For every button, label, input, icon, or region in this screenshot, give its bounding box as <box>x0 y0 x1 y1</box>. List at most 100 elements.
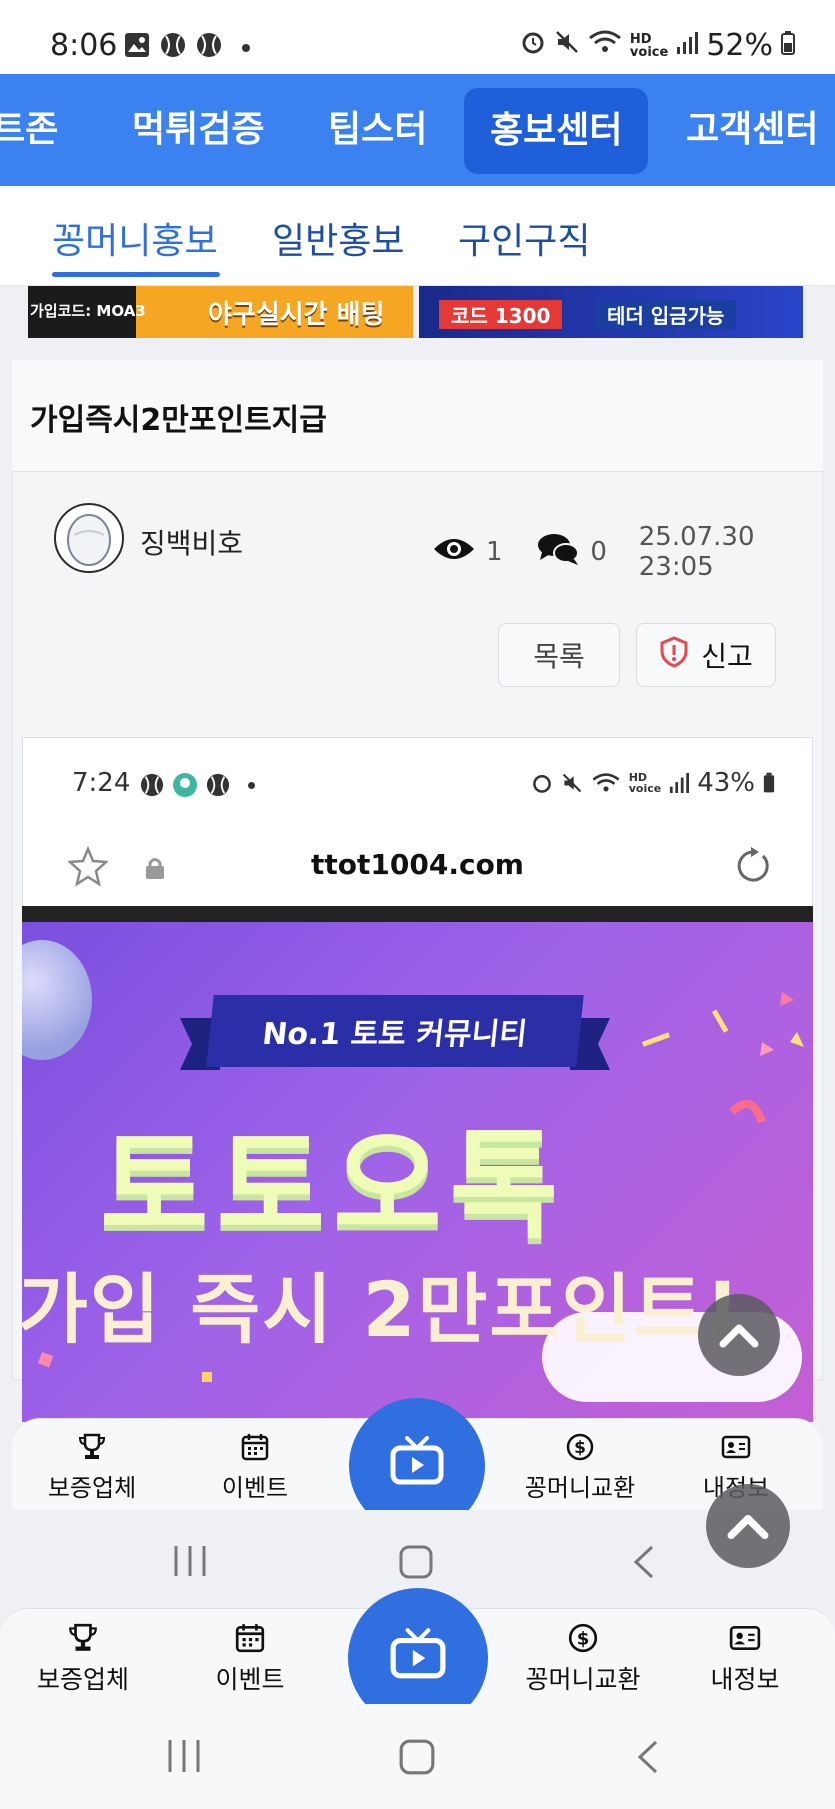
embedded-url-bar: ttot1004.com <box>22 822 813 906</box>
promo-ribbon: No.1 토토 커뮤니티 <box>206 995 584 1067</box>
post-meta: 1 0 25.07.30 23:05 <box>432 522 835 582</box>
home-icon[interactable] <box>398 1544 434 1584</box>
battery-percent: 52% <box>706 28 773 63</box>
baseball-icon <box>206 773 230 797</box>
post-title: 가입즉시2만포인트지급 <box>30 403 327 438</box>
alarm-icon <box>520 28 546 63</box>
dollar-icon: $ <box>568 1623 598 1653</box>
author-name[interactable]: 징백비호 <box>140 522 243 562</box>
avatar[interactable] <box>54 503 124 573</box>
signal-icon <box>670 773 690 793</box>
nav-event-label: 이벤트 <box>215 1665 285 1694</box>
hd-voice-icon: HD voice <box>628 771 662 795</box>
banner-right-text: 테더 입금가능 <box>595 300 737 329</box>
inner-nav-event-label: 이벤트 <box>221 1474 289 1502</box>
notification-dot-icon <box>242 44 250 52</box>
top-nav: 트존 먹튀검증 팁스터 홍보센터 고객센터 <box>0 74 835 186</box>
mute-icon <box>562 773 581 793</box>
tab-general-promo[interactable]: 일반홍보 <box>272 212 404 264</box>
banner-left-code: 가입코드: MOA3 <box>30 302 146 320</box>
inner-nav-event[interactable]: 이벤트 <box>195 1432 315 1503</box>
scroll-top-button-embedded[interactable] <box>698 1294 780 1376</box>
scroll-top-button[interactable] <box>706 1484 790 1568</box>
banner-left[interactable]: 가입코드: MOA3 야구실시간 배팅 <box>28 286 413 338</box>
baseball-icon <box>140 773 164 797</box>
home-icon[interactable] <box>398 1738 436 1780</box>
embedded-status-icons <box>140 772 255 798</box>
comment-count: 0 <box>590 537 607 567</box>
signal-icon <box>676 28 699 63</box>
back-icon[interactable] <box>630 1544 658 1584</box>
shield-alert-icon <box>659 635 689 675</box>
mute-icon <box>554 28 580 63</box>
banner-left-text: 야구실시간 배팅 <box>208 300 385 330</box>
svg-text:$: $ <box>574 1438 586 1458</box>
embedded-battery-percent: 43% <box>697 768 755 798</box>
calendar-icon <box>235 1624 265 1653</box>
chevron-up-icon <box>727 1514 769 1540</box>
nav-event[interactable]: 이벤트 <box>185 1622 315 1696</box>
star-icon <box>66 845 110 893</box>
tv-play-icon <box>390 1436 444 1485</box>
gallery-icon <box>124 32 150 58</box>
inner-nav-guarantee[interactable]: 보증업체 <box>32 1432 152 1503</box>
baseball-icon <box>196 32 222 58</box>
recent-apps-icon[interactable] <box>164 1738 204 1778</box>
wifi-icon <box>588 28 622 63</box>
inner-nav-exchange[interactable]: $ 꽁머니교환 <box>520 1432 640 1503</box>
embedded-divider <box>22 906 813 922</box>
wifi-icon <box>592 773 620 792</box>
hd-voice-icon: HD voice <box>629 31 669 60</box>
top-nav-item-support[interactable]: 고객센터 <box>686 74 818 186</box>
top-nav-item-promotion[interactable]: 홍보센터 <box>464 88 649 174</box>
battery-icon <box>763 772 775 793</box>
report-button-label: 신고 <box>701 640 753 673</box>
nav-myinfo-label: 내정보 <box>710 1665 780 1694</box>
view-count: 1 <box>486 537 503 567</box>
list-button[interactable]: 목록 <box>498 623 620 687</box>
trophy-icon <box>69 1623 97 1651</box>
post-datetime: 25.07.30 23:05 <box>638 522 755 582</box>
inner-nav-guarantee-label: 보증업체 <box>47 1474 137 1502</box>
nav-exchange[interactable]: $ 꽁머니교환 <box>518 1622 648 1696</box>
alarm-icon <box>532 774 551 793</box>
report-button[interactable]: 신고 <box>636 623 776 687</box>
top-nav-item-event-zone[interactable]: 트존 <box>0 74 58 186</box>
nav-guarantee-label: 보증업체 <box>36 1665 129 1694</box>
top-nav-item-tipster[interactable]: 팁스터 <box>328 74 427 186</box>
top-nav-item-muktwi[interactable]: 먹튀검증 <box>132 74 264 186</box>
tab-free-money-promo[interactable]: 꽁머니홍보 <box>52 212 218 264</box>
embedded-url: ttot1004.com <box>311 847 524 881</box>
trophy-icon <box>78 1433 106 1459</box>
calendar-icon <box>241 1434 269 1461</box>
dollar-icon: $ <box>566 1433 594 1461</box>
id-card-icon <box>729 1626 761 1650</box>
status-time: 8:06 <box>50 28 118 63</box>
inner-nav-exchange-label: 꽁머니교환 <box>524 1474 636 1502</box>
banner-right-code: 코드 1300 <box>439 300 563 329</box>
chevron-up-icon <box>719 1324 759 1348</box>
nav-myinfo[interactable]: 내정보 <box>680 1622 810 1696</box>
lock-icon <box>144 854 166 887</box>
list-button-label: 목록 <box>533 640 585 673</box>
reload-icon <box>733 846 773 893</box>
notification-dot-icon <box>248 781 255 789</box>
nav-guarantee[interactable]: 보증업체 <box>18 1622 148 1696</box>
status-right: HD voice 52% <box>520 28 795 63</box>
comments-icon <box>536 532 580 573</box>
app-icon <box>173 773 197 797</box>
tab-job-board[interactable]: 구인구직 <box>458 212 590 264</box>
id-card-icon <box>721 1435 751 1459</box>
active-tab-underline <box>52 272 220 277</box>
recent-apps-icon[interactable] <box>170 1544 210 1582</box>
battery-icon <box>781 28 795 63</box>
eye-icon <box>432 535 476 570</box>
banner-right[interactable]: 코드 1300 테더 입금가능 <box>419 286 803 338</box>
back-icon[interactable] <box>634 1738 662 1780</box>
promo-subtitle: 가입 즉시 2만포인트! <box>18 1265 742 1354</box>
svg-text:$: $ <box>577 1628 590 1649</box>
nav-exchange-label: 꽁머니교환 <box>525 1665 641 1694</box>
embedded-status-time: 7:24 <box>72 768 131 798</box>
promo-title: 토토오톡 <box>100 1117 567 1255</box>
baseball-icon <box>160 32 186 58</box>
